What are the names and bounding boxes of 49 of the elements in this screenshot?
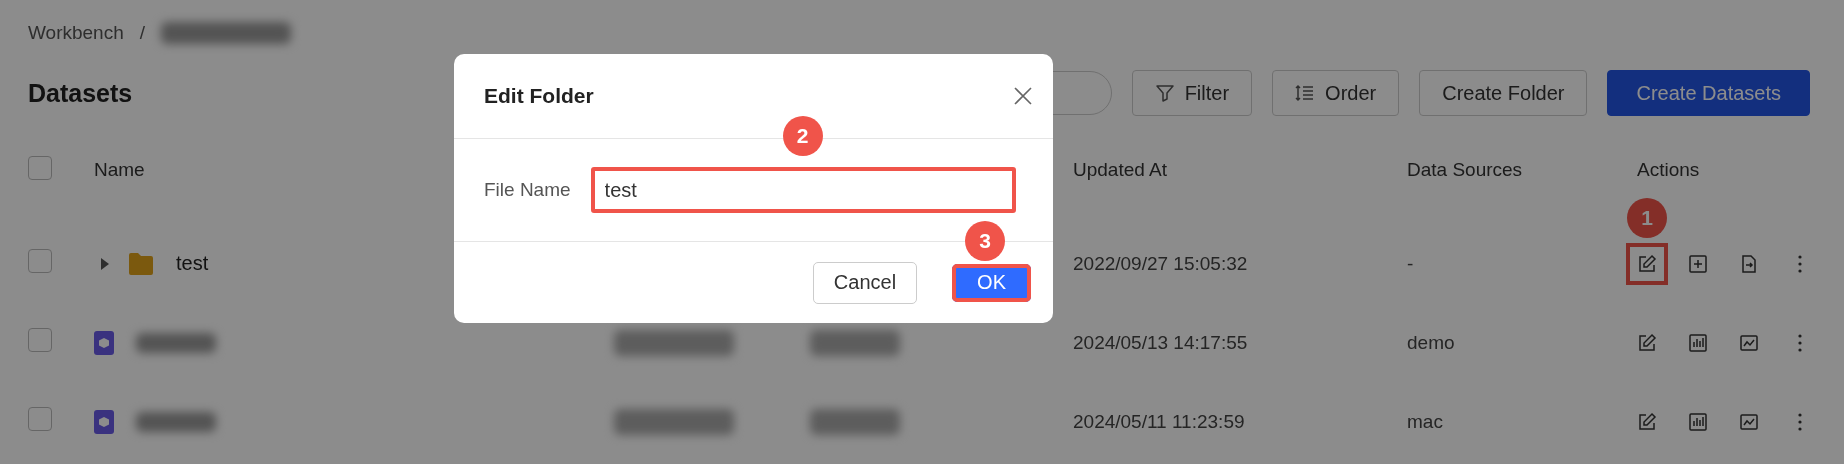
more-icon[interactable]	[1797, 411, 1803, 432]
ok-button[interactable]: OK	[952, 263, 1031, 302]
bar-chart-icon[interactable]	[1688, 332, 1708, 353]
timestamp: 2024/05/11 11:23:59	[1073, 410, 1245, 432]
data-source: -	[1407, 252, 1414, 274]
cube-icon	[94, 409, 114, 434]
step-marker: 3	[965, 220, 1006, 261]
close-icon[interactable]	[1013, 86, 1033, 106]
column-header: Name	[94, 159, 145, 180]
data-source: demo	[1407, 331, 1455, 353]
more-icon[interactable]	[1797, 253, 1803, 274]
folder-name[interactable]: test	[176, 252, 209, 275]
step-marker: 1	[1627, 197, 1667, 238]
checkbox[interactable]	[28, 328, 52, 352]
plus-square-icon[interactable]	[1688, 253, 1708, 274]
timestamp: 2022/09/27 15:05:32	[1073, 252, 1248, 274]
checkbox[interactable]	[28, 407, 52, 431]
edit-icon[interactable]	[1637, 253, 1657, 274]
sort-icon	[1295, 83, 1316, 103]
file-name-field[interactable]: test	[590, 167, 1016, 213]
field-label: File Name	[484, 179, 571, 201]
bar-chart-icon[interactable]	[1688, 411, 1708, 432]
more-icon[interactable]	[1797, 332, 1803, 353]
cube-icon	[94, 330, 114, 355]
line-chart-icon[interactable]	[1739, 332, 1759, 353]
column-header: Data Sources	[1407, 159, 1523, 180]
filter-button[interactable]: Filter	[1131, 70, 1253, 116]
dialog-title: Edit Folder	[484, 84, 594, 108]
edit-icon[interactable]	[1637, 411, 1657, 432]
data-source: mac	[1407, 410, 1443, 432]
column-header: Updated At	[1073, 159, 1168, 180]
checkbox[interactable]	[28, 155, 52, 180]
edit-icon[interactable]	[1637, 332, 1657, 353]
breadcrumb-link[interactable]: Workbench	[28, 22, 124, 44]
breadcrumb-separator: /	[139, 22, 146, 44]
timestamp: 2024/05/13 14:17:55	[1073, 331, 1248, 353]
file-arrow-icon[interactable]	[1739, 253, 1759, 274]
step-marker: 2	[782, 116, 823, 156]
cancel-button[interactable]: Cancel	[812, 261, 918, 304]
order-button[interactable]: Order	[1272, 70, 1400, 116]
expand-caret-icon[interactable]	[100, 257, 110, 270]
funnel-icon	[1154, 83, 1175, 103]
page-title: Datasets	[28, 78, 133, 108]
checkbox[interactable]	[28, 249, 52, 273]
folder-icon	[128, 251, 154, 276]
create-folder-button[interactable]: Create Folder	[1419, 70, 1588, 116]
create-datasets-button[interactable]: Create Datasets	[1607, 70, 1810, 116]
line-chart-icon[interactable]	[1739, 411, 1759, 432]
column-header: Actions	[1637, 159, 1700, 180]
